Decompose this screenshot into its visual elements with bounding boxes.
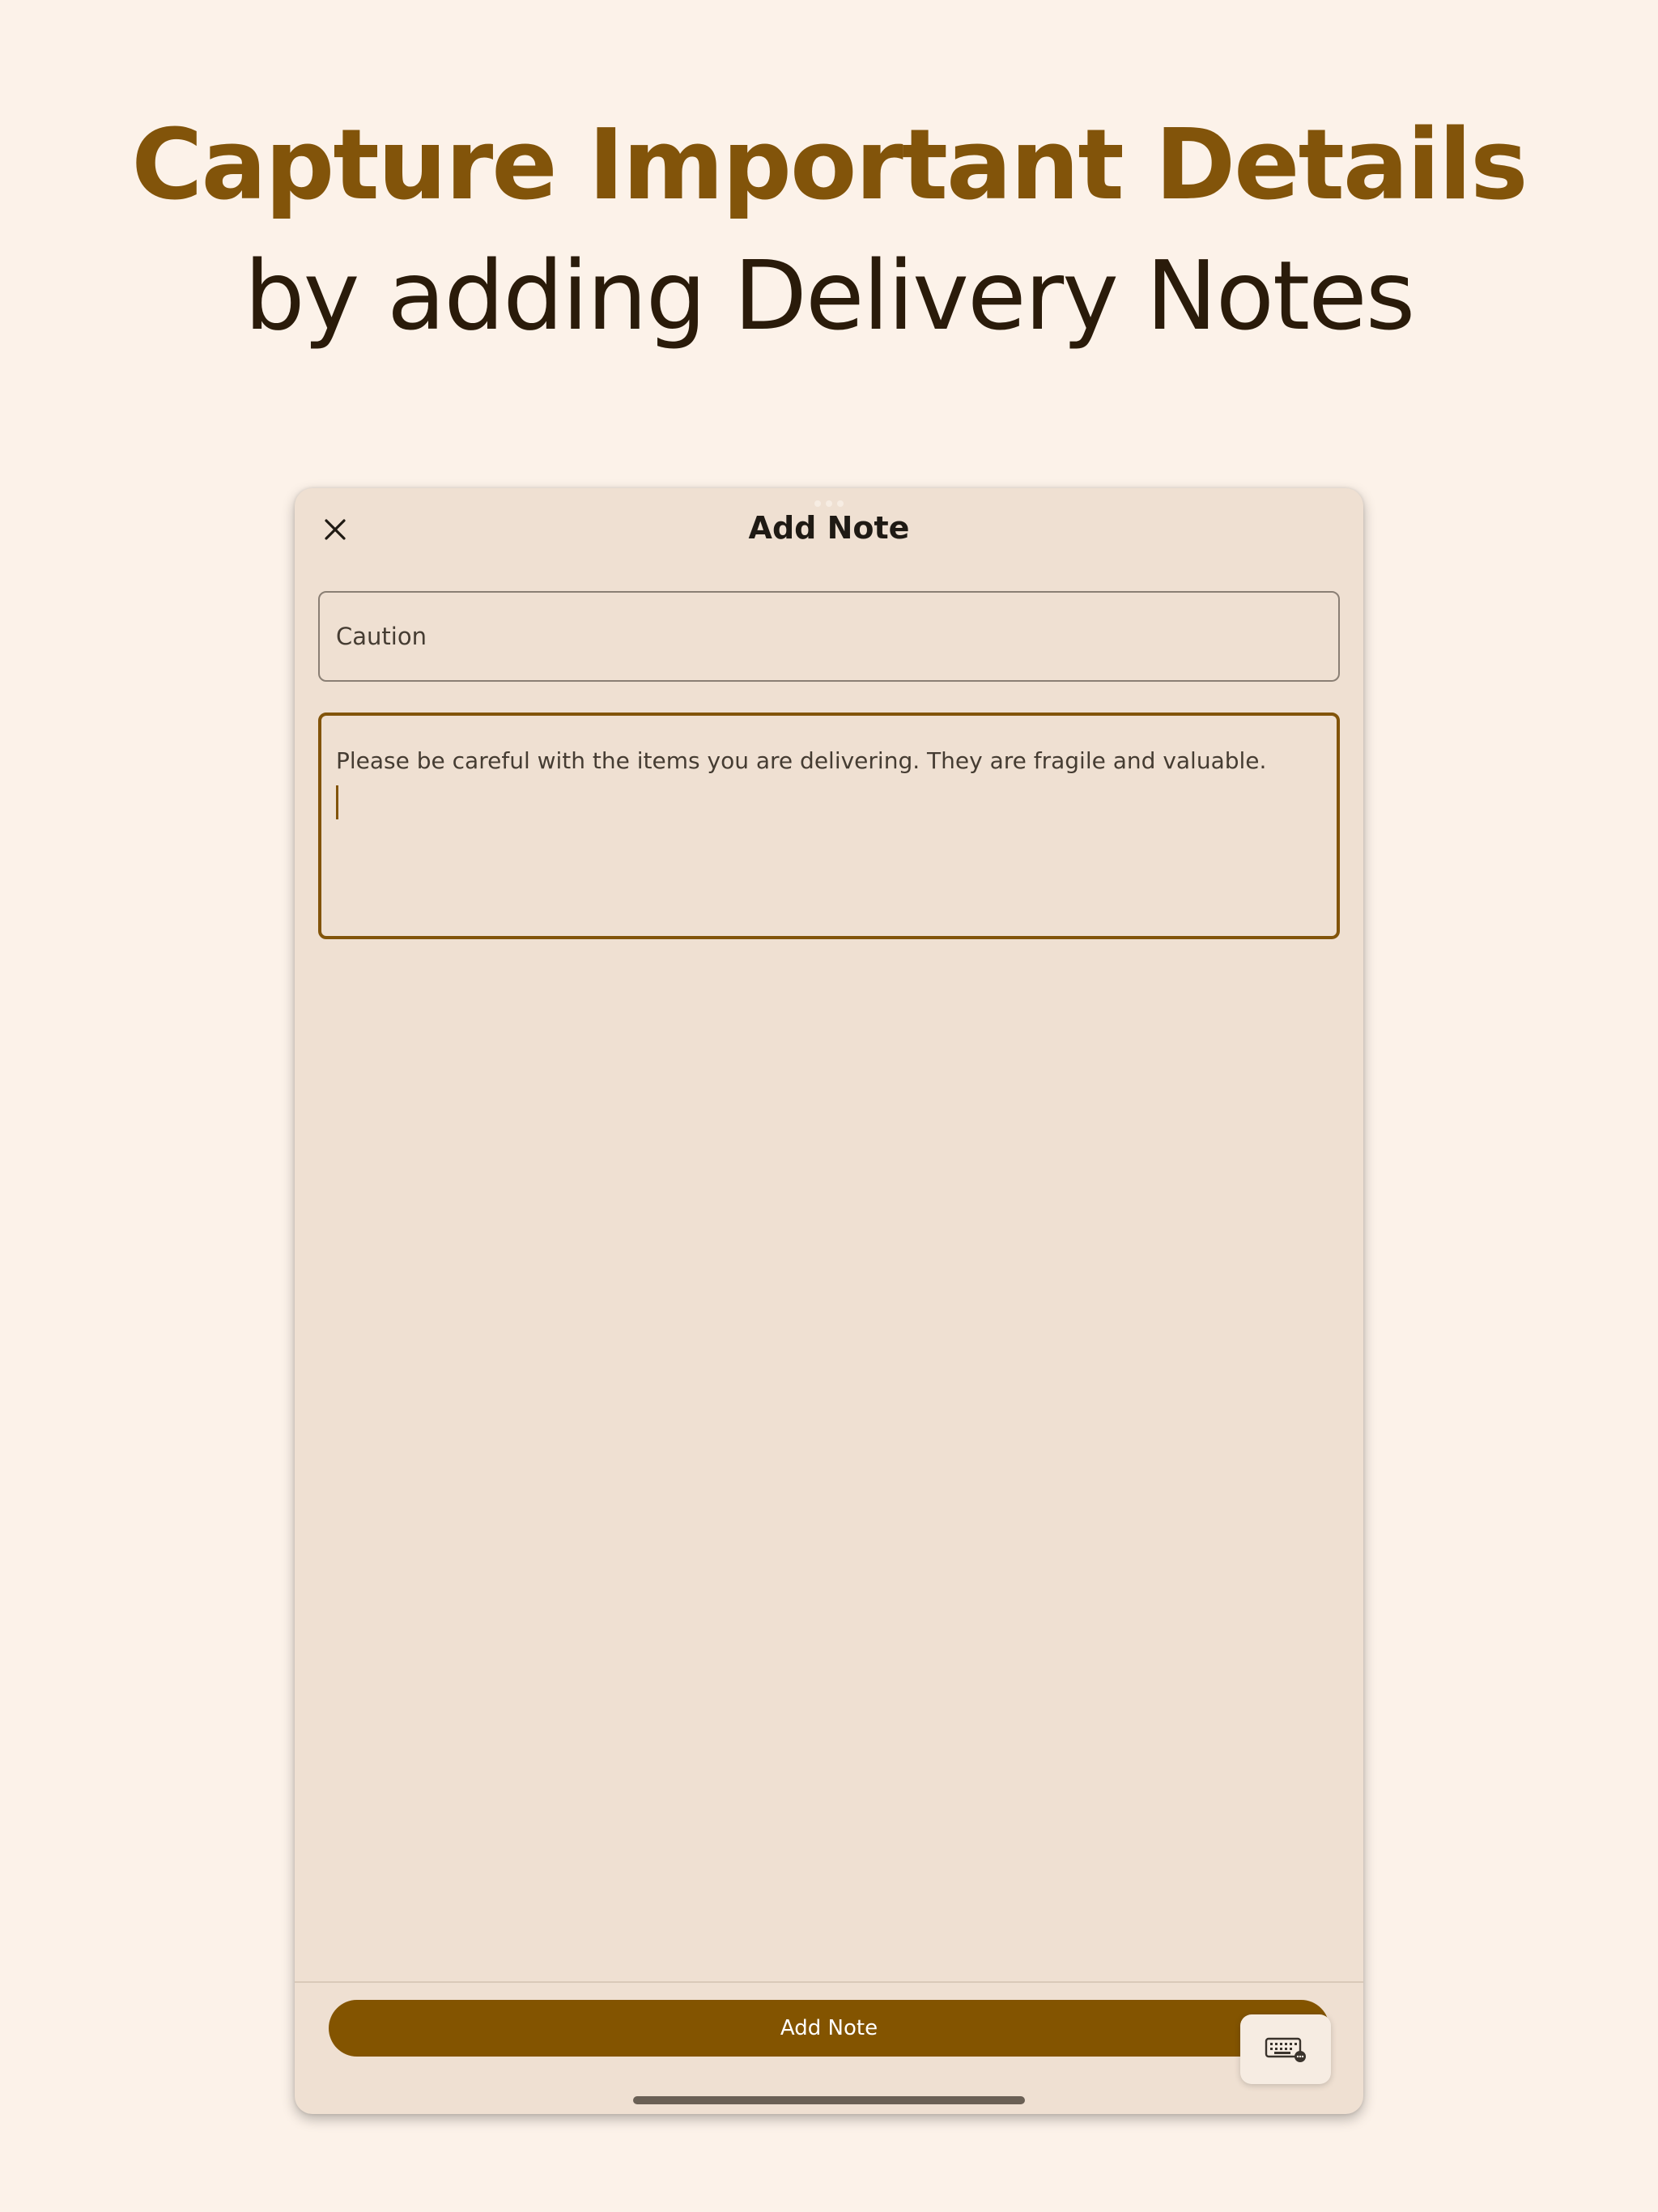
note-title-input[interactable]: Caution — [318, 591, 1340, 682]
note-title-value: Caution — [336, 623, 427, 650]
sheet-title: Add Note — [748, 510, 910, 546]
note-body-textarea[interactable]: Please be careful with the items you are… — [318, 713, 1340, 939]
home-indicator — [633, 2096, 1025, 2104]
text-caret — [336, 785, 338, 819]
keyboard-toggle-button[interactable] — [1240, 2014, 1331, 2084]
add-note-button[interactable]: Add Note — [329, 2000, 1329, 2057]
footer-divider — [295, 1981, 1363, 1983]
hero-headline: Capture Important Details — [131, 109, 1528, 222]
note-body-value: Please be careful with the items you are… — [336, 747, 1267, 774]
hero-subheadline: by adding Delivery Notes — [244, 240, 1415, 351]
keyboard-icon — [1265, 2037, 1306, 2062]
